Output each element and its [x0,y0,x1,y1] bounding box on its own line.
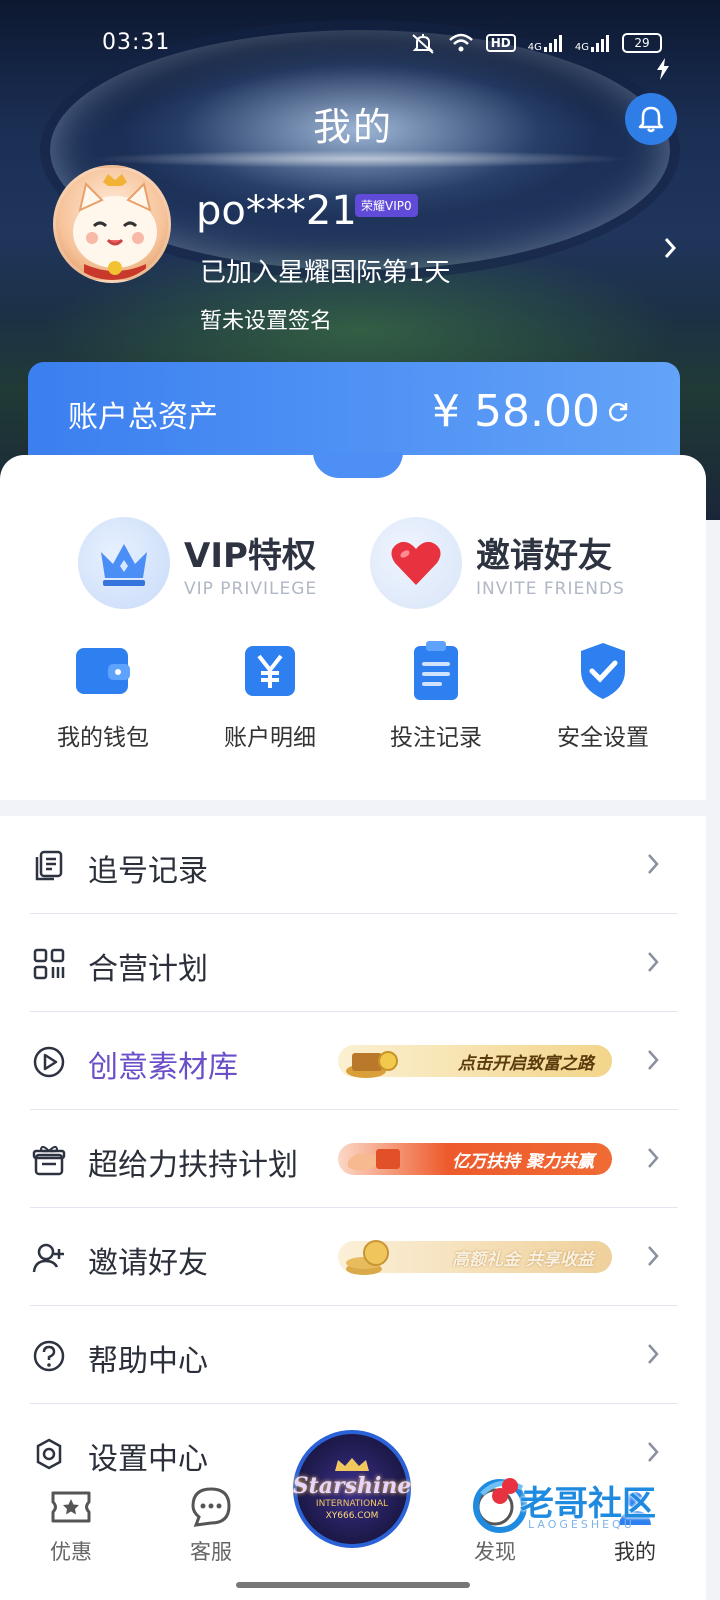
chevron-right-icon [648,1148,659,1168]
gift-icon [32,1145,66,1176]
treasure-icon [346,1051,398,1078]
play-icon [33,1046,65,1078]
watermark-subtext: LAOGESHEQU [528,1518,635,1531]
bet-records-button[interactable]: 投注记录 [361,636,511,752]
menu-item-label: 创意素材库 [88,1050,238,1085]
menu-item-chase-records[interactable]: 追号记录 [30,816,678,914]
account-detail-button[interactable]: 账户明细 [195,636,345,752]
menu-item-partnership-plan[interactable]: 合营计划 [30,914,678,1012]
shield-check-icon [581,643,625,699]
notification-button[interactable] [625,93,677,145]
chevron-right-icon [648,1442,659,1462]
watermark: 老哥社区 LAOGESHEQU [470,1462,700,1542]
menu-item-label: 追号记录 [88,854,208,889]
ticket-icon [51,1491,91,1523]
logo-domain: XY666.COM [325,1511,379,1521]
wallet-icon [76,648,130,694]
bell-icon [638,106,664,133]
signal-4g-icon-2: 4G [575,33,610,53]
chevron-right-icon [648,854,659,874]
menu-item-label: 邀请好友 [88,1246,208,1281]
menu-item-creative-library[interactable]: 创意素材库 点击开启致富之路 [30,1012,678,1110]
promo-title: 邀请好友 [476,535,612,576]
nav-customer-service[interactable]: 客服 [166,1478,256,1566]
quick-action-label: 投注记录 [390,725,482,751]
joined-text: 已加入星耀国际第1天 [200,258,451,288]
charging-icon [657,58,669,80]
battery-icon: 29 [622,33,662,53]
vip-privilege-button[interactable]: VIP特权 VIP PRIVILEGE [78,517,317,609]
menu-item-label: 设置中心 [88,1442,208,1477]
home-indicator[interactable] [236,1582,470,1588]
promo-banner[interactable]: 亿万扶持 聚力共赢 [338,1143,612,1175]
settings-icon [36,1438,62,1470]
center-home-logo-button[interactable]: Starshine INTERNATIONAL XY666.COM [293,1430,411,1548]
invite-friends-button[interactable]: 邀请好友 INVITE FRIENDS [370,517,625,609]
signal-4g-icon: 4G [528,33,563,53]
asset-value: ¥ 58.00 [432,386,600,437]
chevron-right-icon [648,1246,659,1266]
asset-label: 账户总资产 [68,400,218,435]
heart-icon [391,541,441,585]
menu-item-label: 超给力扶持计划 [88,1148,298,1183]
clipboard-icon [414,641,458,700]
add-user-icon [32,1243,64,1273]
signature-text[interactable]: 暂未设置签名 [200,303,332,335]
nav-label: 优惠 [50,1540,92,1564]
chat-icon [191,1487,231,1527]
mute-icon [412,34,434,54]
records-icon [35,850,63,881]
yuan-icon [245,646,295,696]
handshake-icon [348,1149,400,1171]
wallet-button[interactable]: 我的钱包 [28,636,178,752]
help-icon [33,1340,65,1372]
promo-banner[interactable]: 点击开启致富之路 [338,1045,612,1078]
promo-subtitle: VIP PRIVILEGE [184,578,318,599]
profile-chevron-right-icon[interactable] [662,236,678,260]
status-time: 03:31 [102,30,171,55]
vip-badge: 荣耀VIP0 [355,194,418,217]
security-settings-button[interactable]: 安全设置 [528,636,678,752]
refresh-icon[interactable] [606,400,630,424]
coins-icon [346,1240,389,1275]
menu-item-invite-friends[interactable]: 邀请好友 高额礼金 共享收益 [30,1208,678,1306]
menu-item-help-center[interactable]: 帮助中心 [30,1306,678,1404]
crown-icon [101,544,147,586]
lucky-cat-icon [73,174,157,280]
menu-item-support-plan[interactable]: 超给力扶持计划 亿万扶持 聚力共赢 [30,1110,678,1208]
wifi-icon [448,33,473,52]
menu-list: 追号记录 合营计划 创意素材库 点击开启致富之路 超给力扶持计划 亿万扶持 聚力… [0,816,706,1516]
promo-subtitle: INVITE FRIENDS [476,578,625,599]
card-notch [313,452,403,478]
grid-icon [33,948,65,980]
status-bar: 03:31 HD 4G 4G 29 [0,28,720,80]
quick-action-label: 我的钱包 [57,725,149,751]
chevron-right-icon [648,952,659,972]
logo-title: Starshine [292,1473,412,1499]
promo-banner[interactable]: 高额礼金 共享收益 [338,1240,612,1275]
crown-icon [335,1458,369,1471]
username: po***21 [196,188,357,234]
quick-action-label: 账户明细 [224,725,316,751]
banner-text: 点击开启致富之路 [458,1053,594,1074]
avatar[interactable] [53,165,171,283]
chevron-right-icon [648,1050,659,1070]
quick-action-label: 安全设置 [557,725,649,751]
nav-label: 客服 [190,1540,232,1564]
banner-text: 高额礼金 共享收益 [452,1249,594,1270]
nav-promotions[interactable]: 优惠 [26,1478,116,1566]
page-title: 我的 [312,105,393,149]
banner-text: 亿万扶持 聚力共赢 [452,1151,594,1172]
chevron-right-icon [648,1344,659,1364]
logo-subtitle: INTERNATIONAL [315,1499,389,1509]
menu-item-label: 合营计划 [88,952,208,987]
hd-icon: HD [485,34,516,52]
promo-title: VIP特权 [184,535,316,576]
menu-item-label: 帮助中心 [88,1344,208,1379]
